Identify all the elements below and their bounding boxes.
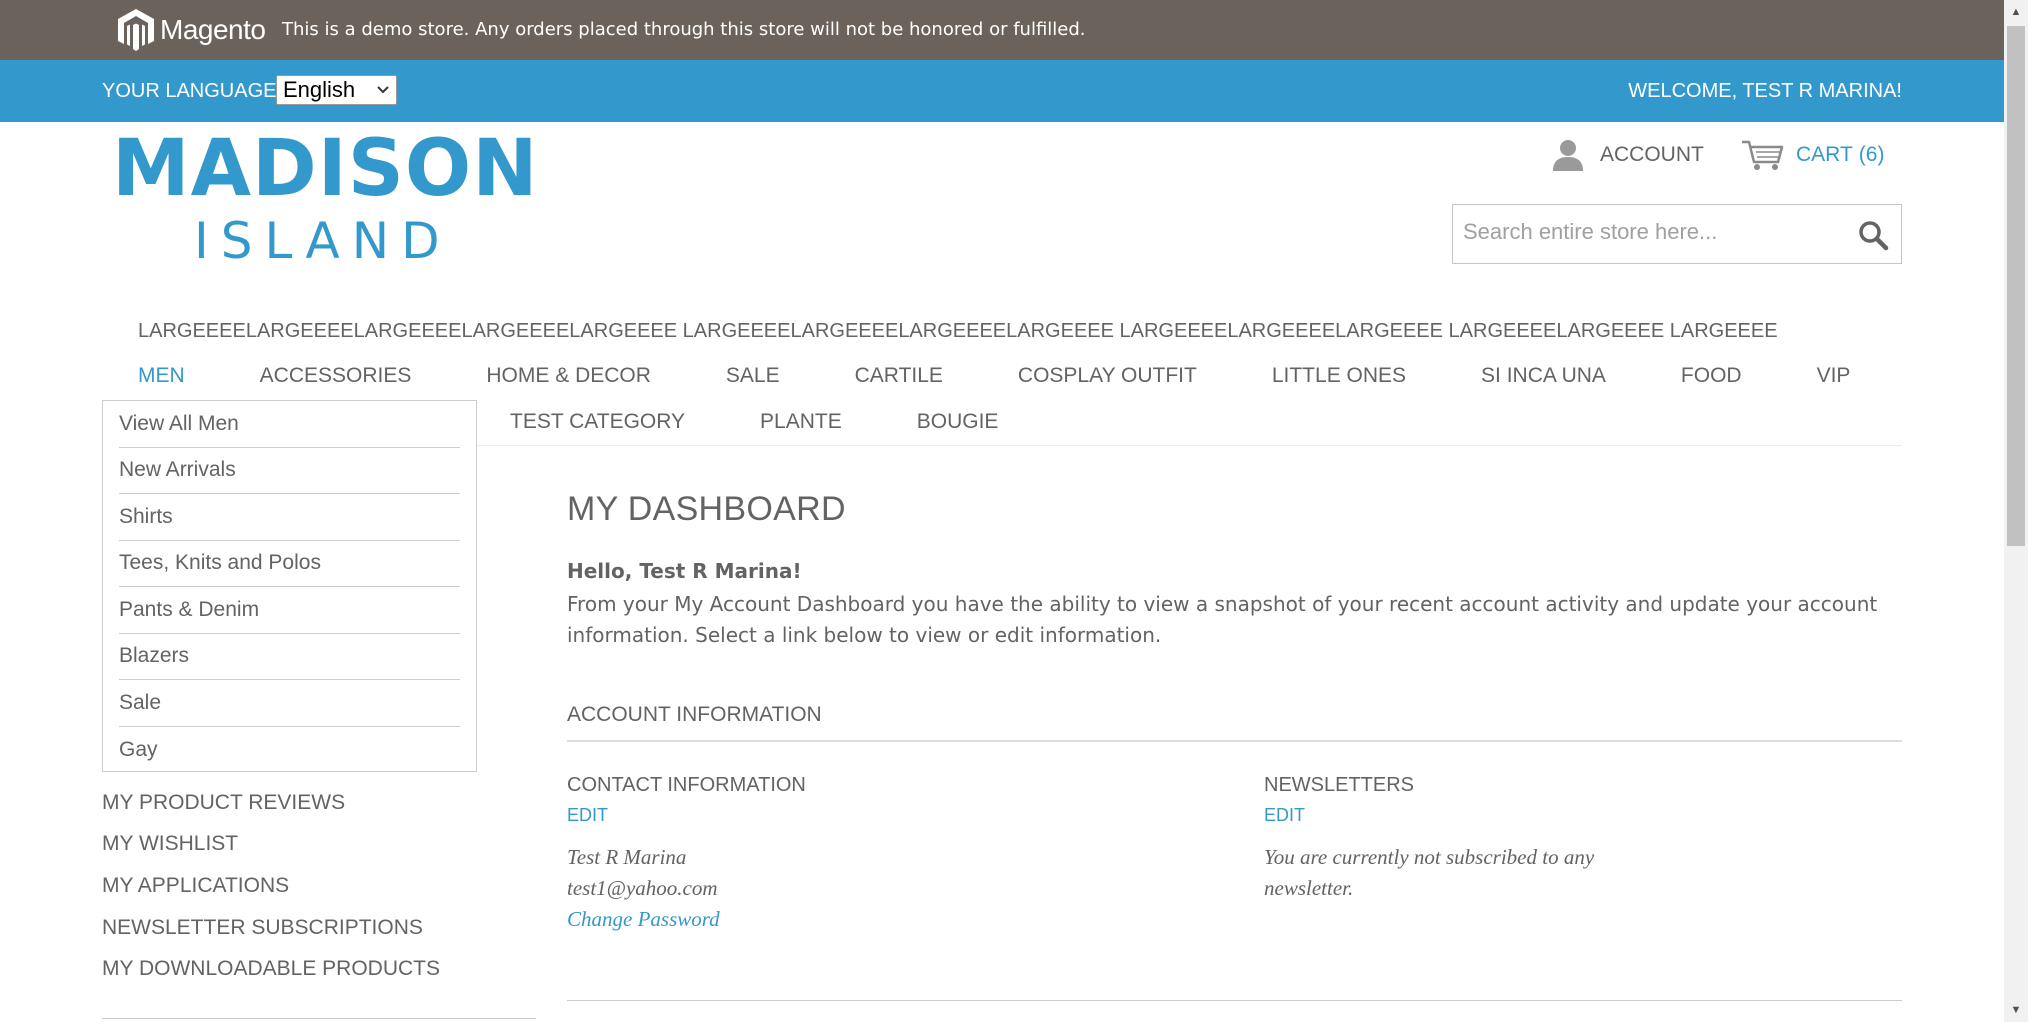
dropdown-item[interactable]: Tees, Knits and Polos: [119, 541, 460, 587]
scroll-thumb[interactable]: [2007, 26, 2025, 546]
nav-item-accessories[interactable]: ACCESSORIES: [260, 364, 412, 388]
scroll-up-arrow-icon[interactable]: ▲: [2004, 0, 2028, 24]
magento-brand-text: Magento: [160, 14, 266, 45]
cart-count: (6): [1858, 143, 1885, 166]
scroll-down-arrow-icon[interactable]: ▼: [2004, 998, 2028, 1022]
contact-name: Test R Marina: [567, 845, 687, 869]
dropdown-item[interactable]: Blazers: [119, 634, 460, 680]
cart-label: CART: [1796, 143, 1853, 166]
newsletters-box: NEWSLETTERS EDIT You are currently not s…: [1264, 774, 1684, 904]
dashboard-main: MY DASHBOARD Hello, Test R Marina! From …: [567, 490, 1902, 1001]
search-icon[interactable]: [1857, 219, 1889, 251]
account-icon: [1553, 140, 1583, 171]
account-label: ACCOUNT: [1600, 143, 1704, 166]
dropdown-item[interactable]: View All Men: [119, 401, 460, 448]
section-divider: [567, 740, 1902, 742]
logo-line-1: MADISON: [112, 124, 539, 214]
dropdown-item[interactable]: Sale: [119, 680, 460, 727]
hello-message: Hello, Test R Marina!: [567, 559, 802, 583]
nav-item-bougie[interactable]: BOUGIE: [917, 410, 999, 434]
newsletters-edit-link[interactable]: EDIT: [1264, 805, 1684, 826]
search-input[interactable]: [1463, 219, 1843, 245]
account-link[interactable]: ACCOUNT: [1550, 138, 1704, 172]
language-select-value: English: [283, 77, 356, 102]
main-nav: MEN ACCESSORIES HOME & DECOR SALE CARTILE COS…: [138, 364, 1925, 388]
magento-logo-icon: [118, 9, 154, 51]
intro-text: From your My Account Dashboard you have …: [567, 592, 1878, 647]
newsletters-status: You are currently not subscribed to any …: [1264, 845, 1595, 900]
dropdown-item[interactable]: New Arrivals: [119, 448, 460, 494]
page-title: MY DASHBOARD: [567, 490, 846, 528]
language-label: YOUR LANGUAGE:: [102, 80, 283, 102]
contact-information-title: CONTACT INFORMATION: [567, 774, 806, 796]
sidebar-item-my-wishlist[interactable]: MY WISHLIST: [102, 824, 440, 866]
nav-item-men[interactable]: MEN: [138, 364, 185, 388]
logo-line-2: ISLAND: [194, 212, 452, 270]
demo-notice-text: This is a demo store. Any orders placed …: [282, 19, 1086, 40]
sidebar-divider: [102, 1018, 536, 1019]
store-logo[interactable]: MADISON ISLAND: [112, 124, 539, 272]
nav-item-cartile[interactable]: CARTILE: [855, 364, 943, 388]
sidebar-item-my-applications[interactable]: MY APPLICATIONS: [102, 865, 440, 907]
nav-item-cosplay-outfit[interactable]: COSPLAY OUTFIT: [1018, 364, 1197, 388]
sidebar-item-my-downloadable-products[interactable]: MY DOWNLOADABLE PRODUCTS: [102, 948, 440, 990]
bottom-divider: [567, 1000, 1902, 1001]
nav-item-test-category[interactable]: TEST CATEGORY: [510, 410, 685, 434]
language-select[interactable]: English: [276, 75, 397, 105]
chevron-down-icon: [376, 82, 390, 98]
men-dropdown-menu: View All Men New Arrivals Shirts Tees, Knit…: [102, 400, 477, 772]
change-password-link[interactable]: Change Password: [567, 904, 1167, 935]
nav-item-plante[interactable]: PLANTE: [760, 410, 842, 434]
dropdown-item[interactable]: Pants & Denim: [119, 587, 460, 634]
contact-edit-link[interactable]: EDIT: [567, 805, 1167, 826]
nav-item-large[interactable]: LARGEEEELARGEEEELARGEEEELARGEEEELARGEEEE…: [138, 320, 1778, 343]
nav-item-vip[interactable]: VIP: [1817, 364, 1851, 388]
magento-logo: Magento: [116, 6, 266, 54]
contact-information-box: CONTACT INFORMATION EDIT Test R Marina t…: [567, 774, 1167, 935]
account-information-heading: ACCOUNT INFORMATION: [567, 703, 822, 726]
nav-item-food[interactable]: FOOD: [1681, 364, 1742, 388]
scrollbar[interactable]: ▲ ▼: [2004, 0, 2028, 1022]
cart-link[interactable]: CART (6): [1740, 138, 1884, 172]
nav-item-sale[interactable]: SALE: [726, 364, 780, 388]
cart-icon: [1742, 140, 1784, 170]
language-bar: YOUR LANGUAGE: English WELCOME, TEST R M…: [0, 60, 2004, 122]
dropdown-item[interactable]: Shirts: [119, 494, 460, 541]
newsletters-title: NEWSLETTERS: [1264, 774, 1415, 796]
account-sidebar: MY PRODUCT REVIEWS MY WISHLIST MY APPLICAT…: [102, 782, 440, 990]
nav-item-home-decor[interactable]: HOME & DECOR: [486, 364, 651, 388]
demo-notice-bar: Magento This is a demo store. Any orders…: [0, 0, 2004, 60]
contact-email: test1@yahoo.com: [567, 876, 718, 900]
welcome-message: WELCOME, TEST R MARINA!: [1628, 80, 1902, 102]
sidebar-item-my-product-reviews[interactable]: MY PRODUCT REVIEWS: [102, 782, 440, 824]
nav-item-little-ones[interactable]: LITTLE ONES: [1272, 364, 1406, 388]
search-box: [1452, 204, 1902, 264]
nav-item-si-inca-una[interactable]: SI INCA UNA: [1481, 364, 1606, 388]
sidebar-item-newsletter-subscriptions[interactable]: NEWSLETTER SUBSCRIPTIONS: [102, 907, 440, 949]
dropdown-item[interactable]: Gay: [119, 727, 460, 774]
main-nav-row-2: TEST CATEGORY PLANTE BOUGIE: [510, 410, 1073, 434]
